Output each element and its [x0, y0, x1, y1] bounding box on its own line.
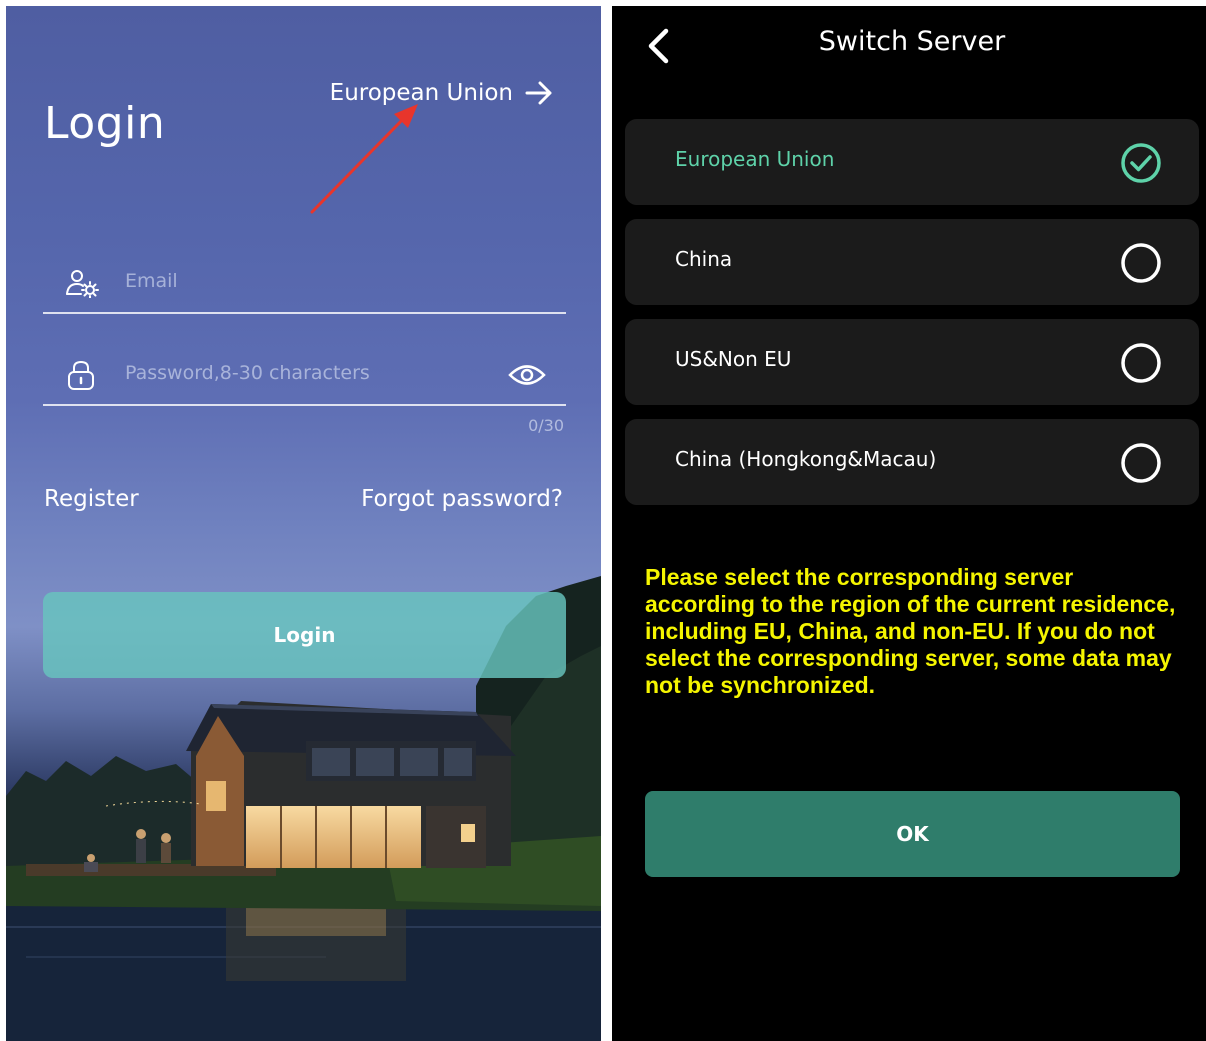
password-char-counter: 0/30 [528, 416, 564, 435]
forgot-password-link[interactable]: Forgot password? [361, 486, 563, 512]
lock-icon [68, 360, 94, 390]
server-option-china[interactable]: China [625, 219, 1199, 305]
email-input[interactable] [123, 262, 487, 300]
switch-server-screen: Switch Server European Union China US&No… [612, 6, 1206, 1041]
annotation-arrow-icon [310, 104, 418, 214]
password-field [43, 344, 566, 406]
radio-empty-icon [1121, 243, 1161, 283]
server-list: European Union China US&Non EU China (Ho… [625, 119, 1199, 519]
page-title: Login [44, 98, 166, 149]
radio-empty-icon [1121, 343, 1161, 383]
server-notice-text: Please select the corresponding server a… [645, 564, 1176, 698]
server-option-european-union[interactable]: European Union [625, 119, 1199, 205]
screen-title: Switch Server [818, 26, 1006, 57]
user-settings-icon [66, 270, 99, 298]
login-screen: Login European Union 0/30 [6, 6, 601, 1041]
server-name: European Union [675, 147, 835, 171]
eye-icon[interactable] [508, 362, 546, 388]
password-input[interactable] [123, 354, 487, 392]
server-option-us-non-eu[interactable]: US&Non EU [625, 319, 1199, 405]
server-name: US&Non EU [675, 347, 792, 371]
ok-button[interactable]: OK [645, 791, 1180, 877]
arrow-right-icon [525, 81, 552, 105]
radio-empty-icon [1121, 443, 1161, 483]
server-name: China (Hongkong&Macau) [675, 447, 937, 471]
login-button[interactable]: Login [43, 592, 566, 678]
server-name: China [675, 247, 733, 271]
check-circle-icon [1121, 143, 1161, 183]
register-link[interactable]: Register [44, 486, 139, 512]
server-option-china-hk-macau[interactable]: China (Hongkong&Macau) [625, 419, 1199, 505]
email-field [43, 252, 566, 314]
